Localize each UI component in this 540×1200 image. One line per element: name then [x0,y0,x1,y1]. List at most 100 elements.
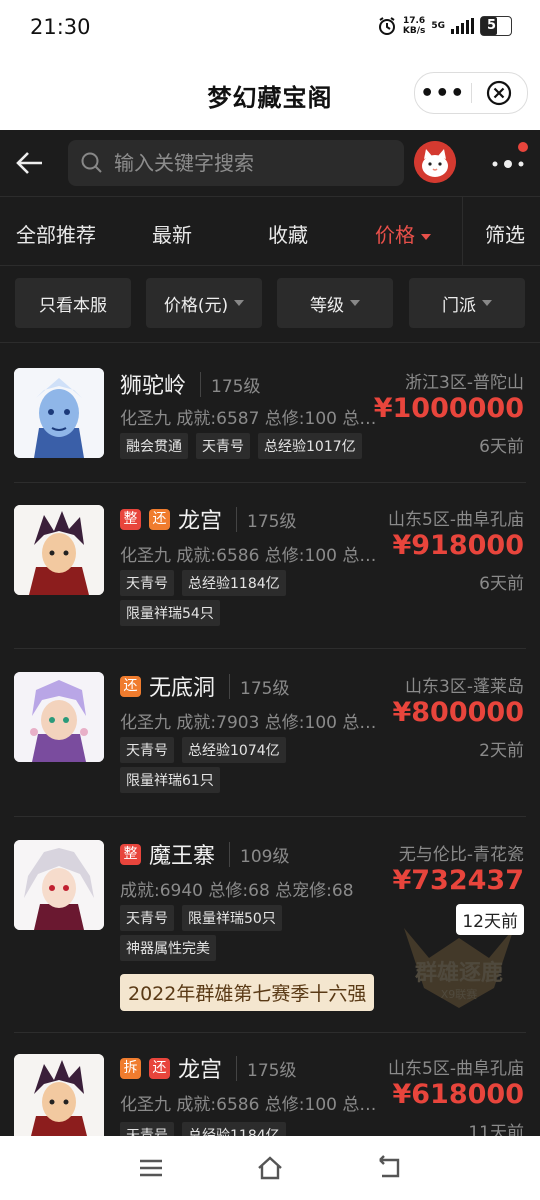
battery-level: 52 [486,18,506,33]
more-dots-icon[interactable] [488,152,528,176]
tab-all-recommend[interactable]: 全部推荐 [16,219,96,248]
listing-item[interactable]: 整 还 龙宫 175级 化圣九 成就:6586 总修:100 总宠修:100 天… [0,503,540,653]
close-button[interactable] [471,80,527,106]
tab-filter[interactable]: 筛选 [485,219,525,248]
item-divider [14,648,526,649]
character-portrait [14,840,104,930]
search-icon [81,152,102,173]
filter-label: 门派 [442,295,476,316]
tag: 天青号 [120,570,174,596]
search-input[interactable] [112,150,396,176]
listed-time: 6天前 [479,437,524,457]
character-level: 175级 [229,673,289,699]
tag-list: 限量祥瑞54只 [120,600,220,626]
filter-price[interactable]: 价格(元) [146,278,262,328]
close-icon [487,80,512,106]
filter-label: 价格(元) [163,295,229,316]
listed-time: 12天前 [456,904,524,935]
tag: 限量祥瑞50只 [182,905,282,931]
tab-price[interactable]: 价格 [375,219,431,248]
price: ¥800000 [392,697,524,728]
server-name: 山东5区-曲阜孔庙 [388,510,524,530]
net-speed-value: 17.6 [402,16,426,26]
more-button[interactable]: ••• [415,81,471,106]
tag: 融会贯通 [120,433,188,459]
character-portrait [14,505,104,595]
price: ¥918000 [392,530,524,561]
net-speed-unit: KB/s [402,26,426,36]
listing-item[interactable]: 狮驼岭 175级 化圣九 成就:6587 总修:100 总宠修:100 融会贯通… [0,366,540,496]
tag-list: 限量祥瑞61只 [120,767,220,793]
app-content: 全部推荐 最新 收藏 价格 筛选 只看本服 价格(元) 等级 门派 狮驼岭 17… [0,130,540,1136]
filter-school[interactable]: 门派 [409,278,525,328]
item-divider [14,1032,526,1033]
character-portrait [14,1054,104,1136]
price: ¥732437 [392,865,524,896]
tag-list: 天青号 限量祥瑞50只 [120,905,282,931]
character-school: 魔王寨 [149,844,216,869]
network-type: 5G [431,21,445,31]
badge-whole: 整 [120,843,141,865]
status-bar: 21:30 17.6 KB/s 5G 52 [0,0,540,56]
menu-icon[interactable] [136,1154,166,1182]
tag-list: 天青号 总经验1184亿 [120,1122,286,1136]
tab-favorites[interactable]: 收藏 [268,219,308,248]
sort-tabs: 全部推荐 最新 收藏 价格 筛选 [0,196,540,266]
tag: 总经验1184亿 [182,570,286,596]
tag: 总经验1074亿 [182,737,286,763]
character-stats: 化圣九 成就:6587 总修:100 总宠修:100 [120,409,382,429]
honor-badge: 2022年群雄第七赛季十六强 [120,974,375,1011]
tag: 总经验1017亿 [258,433,362,459]
filter-this-server[interactable]: 只看本服 [15,278,131,328]
search-row [0,130,540,196]
list-divider [0,342,540,343]
alarm-icon [378,17,395,35]
name-row: 还 无底洞 175级 [120,670,289,702]
name-row: 整 还 龙宫 175级 [120,503,296,535]
character-portrait-icon [14,1054,104,1136]
item-divider [14,816,526,817]
back-icon[interactable] [14,147,46,179]
character-portrait-icon [14,368,104,458]
user-avatar[interactable] [414,141,456,183]
filter-row: 只看本服 价格(元) 等级 门派 [0,278,540,330]
listed-time: 11天前 [468,1123,524,1136]
character-portrait-icon [14,505,104,595]
listing-item[interactable]: 拆 还 龙宫 175级 化圣九 成就:6586 总修:100 总宠修:100 天… [0,1052,540,1136]
capsule-menu: ••• [414,72,528,114]
title-bar: 梦幻藏宝阁 ••• [0,56,540,130]
name-row: 整 魔王寨 109级 [120,838,289,870]
character-portrait [14,368,104,458]
tab-latest[interactable]: 最新 [152,219,192,248]
character-school: 龙宫 [178,509,223,534]
cat-avatar-icon [414,141,456,183]
server-name: 山东3区-蓬莱岛 [405,677,524,697]
tag: 天青号 [196,433,250,459]
character-portrait-icon [14,672,104,762]
listing-item[interactable]: 整 魔王寨 109级 成就:6940 总修:68 总宠修:68 天青号 限量祥瑞… [0,838,540,1038]
back-nav-icon[interactable] [374,1154,404,1182]
name-row: 拆 还 龙宫 175级 [120,1052,296,1084]
name-row: 狮驼岭 175级 [120,368,260,400]
home-icon[interactable] [255,1154,285,1182]
character-level: 175级 [236,1055,296,1081]
character-level: 175级 [200,371,260,397]
character-school: 龙宫 [178,1058,223,1083]
tag: 限量祥瑞61只 [120,767,220,793]
server-name: 无与伦比-青花瓷 [398,845,524,865]
tag-list: 天青号 总经验1184亿 [120,570,286,596]
character-school: 狮驼岭 [120,374,187,399]
tag: 天青号 [120,1122,174,1136]
chevron-down-icon [234,300,245,306]
net-speed: 17.6 KB/s [403,16,425,36]
badge-bargain: 还 [120,675,141,697]
server-name: 浙江3区-普陀山 [405,373,524,393]
badge-split: 拆 [120,1057,141,1079]
search-box[interactable] [68,140,404,186]
tab-divider [462,197,463,265]
tag-list: 神器属性完美 [120,935,216,961]
filter-level[interactable]: 等级 [277,278,393,328]
listing-item[interactable]: 还 无底洞 175级 化圣九 成就:7903 总修:100 总宠修:100 天青… [0,670,540,820]
tag: 神器属性完美 [120,935,216,961]
character-stats: 化圣九 成就:6586 总修:100 总宠修:100 [120,1095,382,1115]
